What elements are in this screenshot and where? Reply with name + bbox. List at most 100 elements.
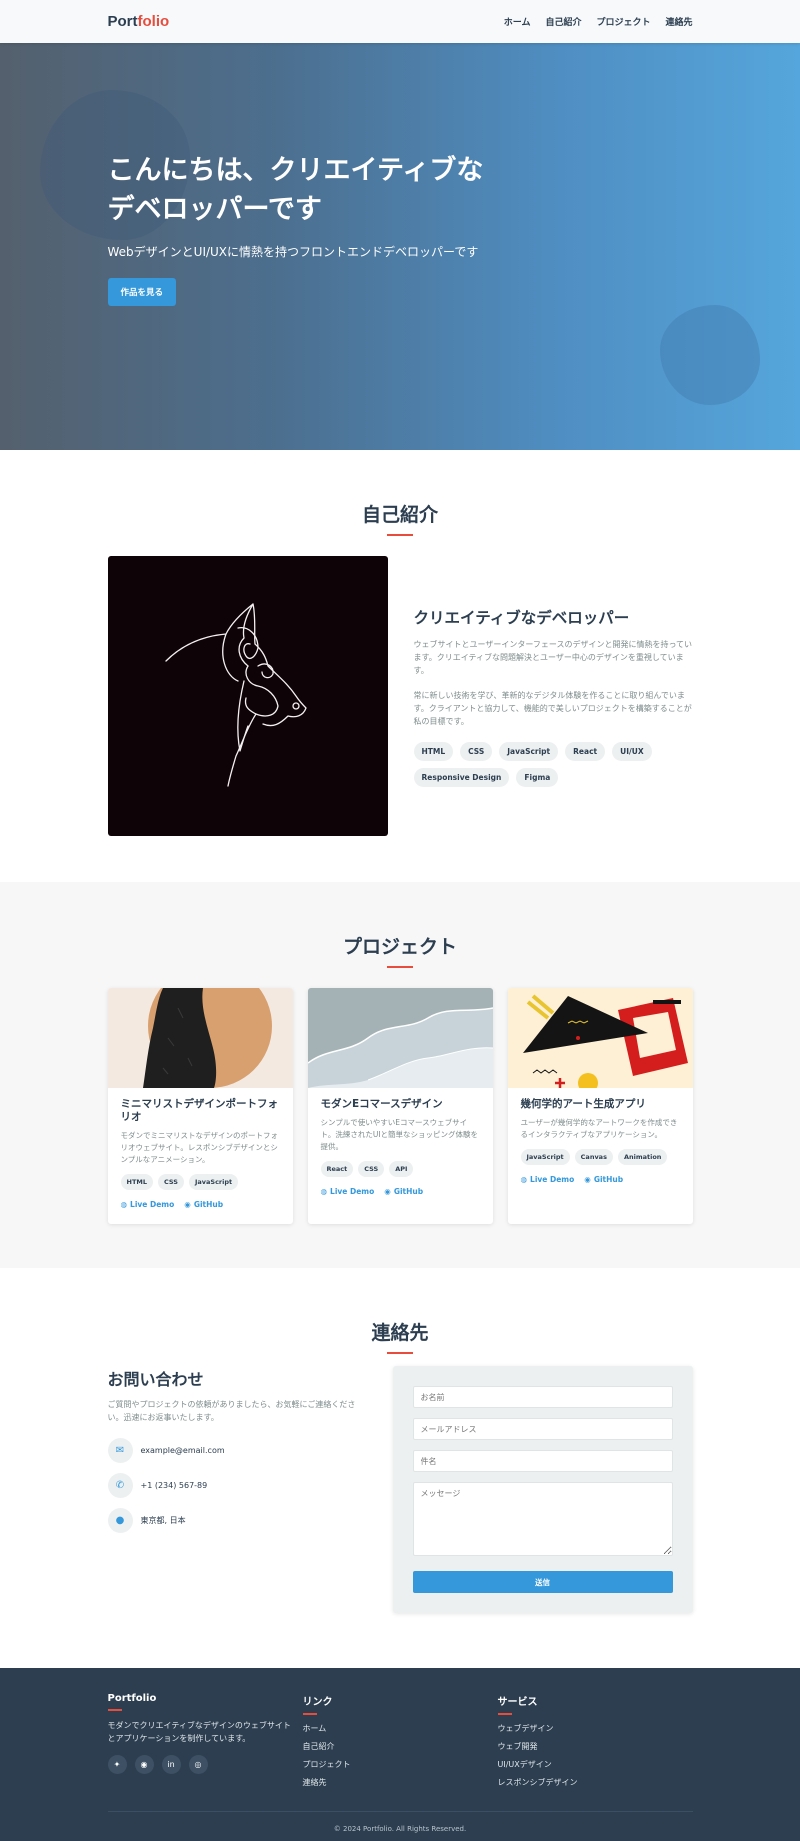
live-demo-link[interactable]: ◍ Live Demo — [121, 1200, 175, 1209]
footer-service-item[interactable]: UI/UXデザイン — [498, 1759, 693, 1770]
navbar: Portfolio ホーム 自己紹介 プロジェクト 連絡先 — [0, 0, 800, 43]
project-tag: JavaScript — [520, 1149, 570, 1165]
live-demo-label: Live Demo — [530, 1175, 575, 1184]
hero-title-line2: デベロッパーです — [107, 194, 322, 225]
globe-icon: ◍ — [320, 1187, 328, 1196]
phone-icon: ✆ — [107, 1473, 133, 1498]
footer-service-item[interactable]: レスポンシブデザイン — [498, 1777, 693, 1788]
skill-badge: Responsive Design — [413, 767, 510, 787]
email-value[interactable]: example@email.com — [141, 1446, 225, 1455]
contact-phone: ✆ +1 (234) 567-89 — [107, 1473, 358, 1498]
title-underline — [387, 1352, 413, 1354]
about-paragraph: 常に新しい技術を学び、革新的なデジタル体験を作ることに取り組んでいます。クライア… — [413, 690, 692, 726]
logo-main: Port — [107, 13, 138, 30]
message-textarea[interactable] — [412, 1482, 673, 1556]
project-tag: API — [389, 1161, 414, 1177]
live-demo-label: Live Demo — [130, 1200, 175, 1209]
contact-address: ● 東京都, 日本 — [107, 1508, 358, 1533]
copyright-text: © 2024 Portfolio. All Rights Reserved. — [333, 1825, 467, 1833]
subject-input[interactable] — [412, 1450, 673, 1472]
phone-value[interactable]: +1 (234) 567-89 — [141, 1481, 208, 1490]
contact-section: 連絡先 お問い合わせ ご質問やプロジェクトの依頼がありましたら、お気軽にご連絡く… — [0, 1268, 800, 1668]
live-demo-link[interactable]: ◍ Live Demo — [521, 1175, 575, 1184]
footer-underline — [107, 1709, 122, 1711]
email-input[interactable] — [412, 1418, 673, 1440]
project-image-geometric — [507, 988, 693, 1093]
project-description: シンプルで使いやすいEコマースウェブサイト。洗練されたUIと簡単なショッピング体… — [320, 1118, 479, 1151]
nav-link-projects[interactable]: プロジェクト — [596, 15, 650, 28]
github-link[interactable]: ◉ GitHub — [184, 1200, 223, 1209]
github-label: GitHub — [193, 1200, 224, 1209]
project-description: ユーザーが幾何学的なアートワークを作成できるインタラクティブなアプリケーション。 — [520, 1118, 678, 1139]
project-tag: CSS — [358, 1161, 385, 1177]
minimalist-artwork — [107, 988, 293, 1088]
github-link[interactable]: ◉ GitHub — [584, 1175, 623, 1184]
project-description: モダンでミニマリストなデザインのポートフォリオウェブサイト。レスポンシブデザイン… — [120, 1131, 279, 1164]
footer-brand-text: モダンでクリエイティブなデザインのウェブサイトとアプリケーションを制作しています… — [107, 1721, 291, 1743]
map-pin-icon: ● — [107, 1508, 133, 1533]
logo[interactable]: Portfolio — [108, 13, 170, 30]
skill-badge: UI/UX — [612, 741, 652, 761]
footer-link-contact[interactable]: 連絡先 — [303, 1777, 498, 1788]
contact-form: 送信 — [392, 1366, 693, 1613]
project-title: モダンEコマースデザイン — [320, 1098, 443, 1110]
hero-subtitle: WebデザインとUI/UXに情熱を持つフロントエンドデベロッパーです — [107, 245, 479, 259]
github-icon: ◉ — [184, 1200, 191, 1209]
view-works-button[interactable]: 作品を見る — [107, 278, 177, 306]
footer-link-home[interactable]: ホーム — [303, 1723, 498, 1734]
project-image-ecommerce — [307, 988, 493, 1088]
project-title: ミニマリストデザインポートフォリオ — [120, 1098, 279, 1123]
footer-services-title: サービス — [497, 1697, 538, 1708]
title-underline — [387, 966, 413, 968]
project-tag: HTML — [120, 1174, 153, 1190]
about-paragraph: ウェブサイトとユーザーインターフェースのデザインと開発に情熱を持っています。クリ… — [413, 639, 693, 675]
skill-badge: Figma — [516, 767, 559, 787]
section-title-contact: 連絡先 — [371, 1322, 429, 1344]
project-card: 幾何学的アート生成アプリ ユーザーが幾何学的なアートワークを作成できるインタラク… — [507, 988, 693, 1224]
github-link[interactable]: ◉ GitHub — [384, 1187, 423, 1196]
name-input[interactable] — [412, 1386, 673, 1408]
project-tag: React — [320, 1161, 354, 1177]
cat-line-art-illustration — [164, 603, 307, 787]
hero-section: こんにちは、クリエイティブな デベロッパーです WebデザインとUI/UXに情熱… — [0, 43, 800, 450]
about-section: 自己紹介 クリエイティブなデベロッパー ウェブサイトとユーザーインターフェースの… — [0, 450, 800, 882]
project-image-minimalist — [107, 988, 293, 1088]
globe-icon: ◍ — [120, 1200, 128, 1209]
instagram-icon[interactable]: ◎ — [188, 1755, 208, 1774]
live-demo-link[interactable]: ◍ Live Demo — [321, 1187, 375, 1196]
footer-service-item[interactable]: ウェブデザイン — [498, 1723, 693, 1734]
section-title-projects: プロジェクト — [342, 936, 457, 958]
twitter-icon[interactable]: ✦ — [107, 1755, 127, 1774]
globe-icon: ◍ — [520, 1175, 528, 1184]
submit-button[interactable]: 送信 — [412, 1571, 673, 1593]
project-card: モダンEコマースデザイン シンプルで使いやすいEコマースウェブサイト。洗練された… — [307, 988, 493, 1224]
github-icon[interactable]: ◉ — [134, 1755, 154, 1774]
about-image-cat-line-art — [107, 556, 388, 836]
footer-link-projects[interactable]: プロジェクト — [303, 1759, 498, 1770]
contact-heading: お問い合わせ — [107, 1370, 204, 1389]
project-tag: CSS — [157, 1174, 184, 1190]
footer-underline — [302, 1713, 317, 1715]
skill-badge: JavaScript — [499, 741, 559, 761]
github-label: GitHub — [393, 1187, 424, 1196]
skills-list: HTML CSS JavaScript React UI/UX Responsi… — [413, 741, 693, 787]
title-underline — [387, 534, 413, 536]
nav-link-home[interactable]: ホーム — [504, 15, 531, 28]
github-label: GitHub — [593, 1175, 624, 1184]
section-title-about: 自己紹介 — [361, 504, 438, 526]
about-heading: クリエイティブなデベロッパー — [413, 608, 630, 627]
hero-title: こんにちは、クリエイティブな デベロッパーです — [108, 151, 528, 229]
github-icon: ◉ — [384, 1187, 391, 1196]
skill-badge: React — [565, 741, 606, 761]
linkedin-icon[interactable]: in — [161, 1755, 181, 1774]
footer-service-item[interactable]: ウェブ開発 — [498, 1741, 693, 1752]
nav-links: ホーム 自己紹介 プロジェクト 連絡先 — [504, 15, 693, 28]
contact-text: ご質問やプロジェクトの依頼がありましたら、お気軽にご連絡ください。迅速にお返事い… — [107, 1400, 356, 1422]
project-title: 幾何学的アート生成アプリ — [520, 1098, 646, 1110]
nav-link-contact[interactable]: 連絡先 — [665, 15, 692, 28]
live-demo-label: Live Demo — [330, 1187, 375, 1196]
nav-link-about[interactable]: 自己紹介 — [545, 15, 581, 28]
footer-link-about[interactable]: 自己紹介 — [303, 1741, 498, 1752]
project-tag: Animation — [617, 1149, 668, 1165]
footer-divider — [107, 1811, 693, 1812]
